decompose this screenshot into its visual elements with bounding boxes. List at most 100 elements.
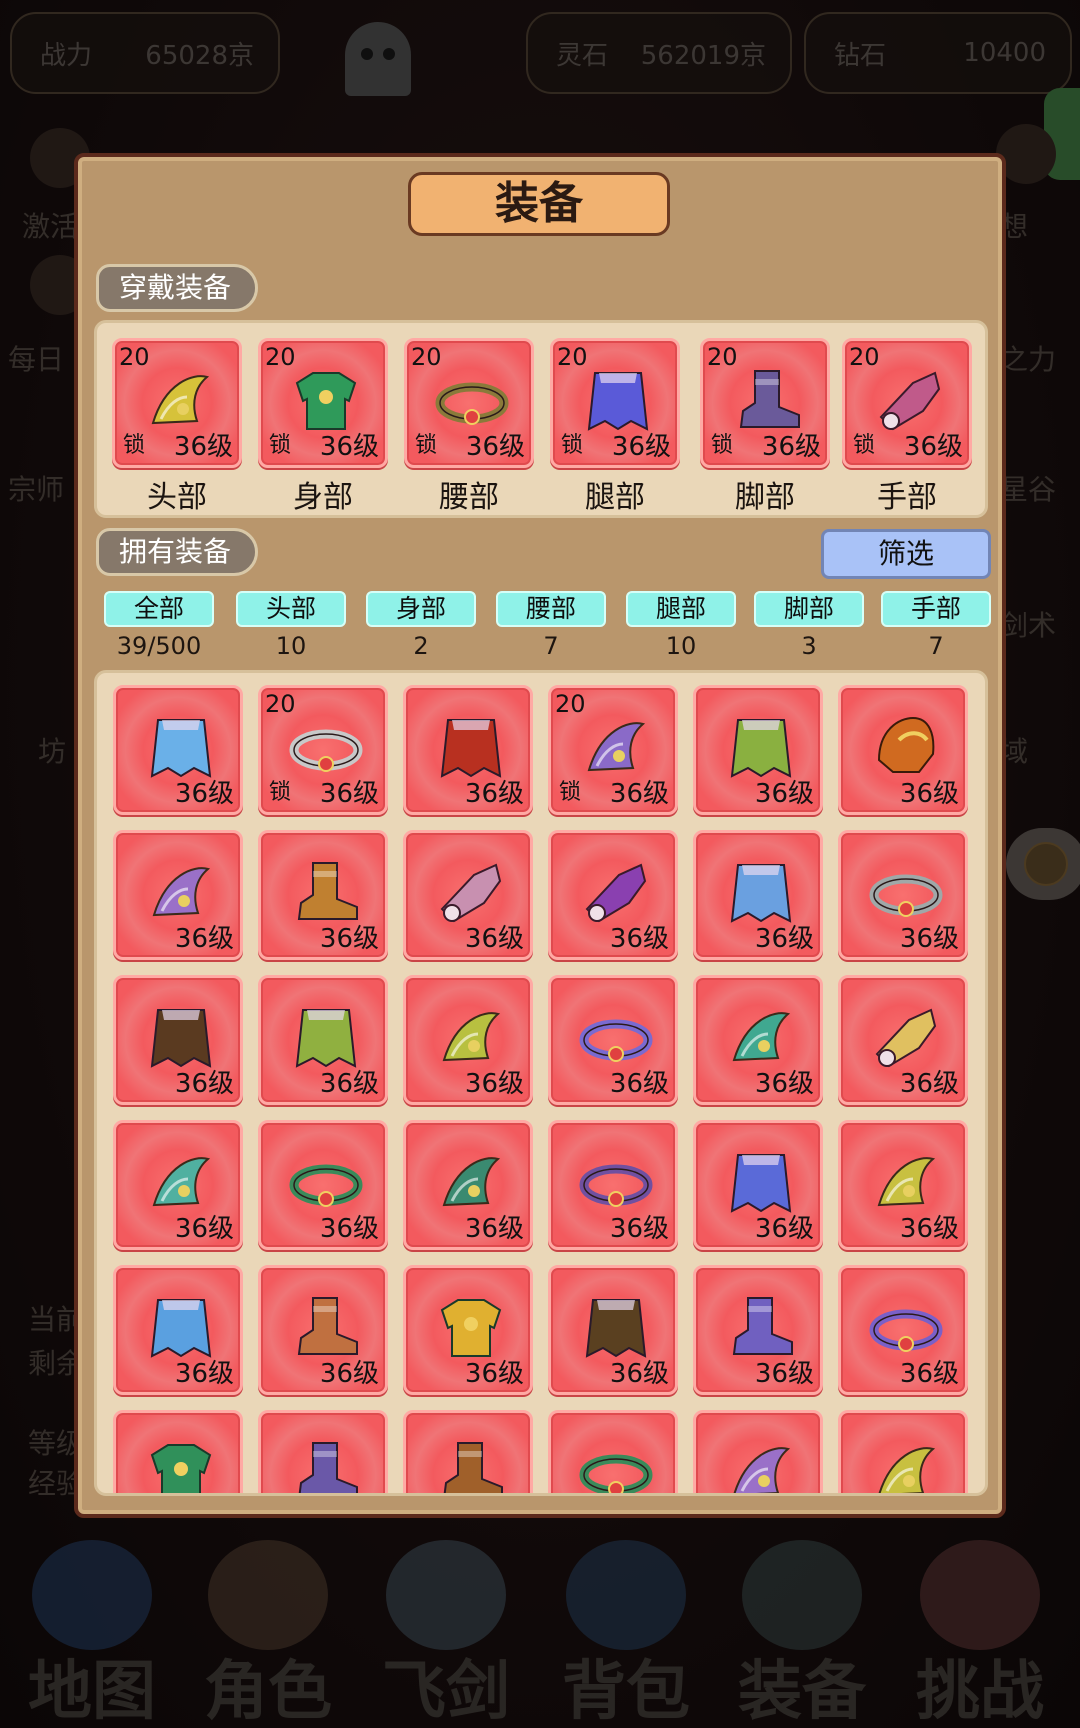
owned-slot[interactable] [403,1410,533,1493]
owned-slot[interactable]: 36级 [113,975,243,1105]
slot-name: 脚部 [735,480,795,515]
owned-slot[interactable]: 36级 [548,1265,678,1395]
enhance-level: 20 [707,343,738,371]
filter-tab-count: 10 [275,632,307,660]
owned-slot[interactable]: 36级 [258,975,388,1105]
enhance-level: 20 [555,690,586,718]
owned-slot[interactable]: 36级 [693,830,823,960]
item-level: 36级 [609,924,669,954]
item-level: 36级 [173,432,233,462]
item-level: 36级 [174,1214,234,1244]
enhance-level: 20 [265,343,296,371]
worn-slot-2[interactable]: 20 锁 36级 [258,338,388,468]
filter-tab-count: 2 [413,632,429,660]
item-level: 36级 [899,1359,959,1389]
enhance-level: 20 [265,690,296,718]
slot-name: 腰部 [439,480,499,515]
item-level: 36级 [319,924,379,954]
worn-slot-3[interactable]: 20 锁 36级 [404,338,534,468]
worn-slot-6[interactable]: 20 锁 36级 [842,338,972,468]
owned-slot[interactable]: 36级 [838,685,968,815]
owned-slot[interactable]: 20 锁 36级 [548,685,678,815]
slot-name: 身部 [293,480,353,515]
owned-slot[interactable]: 36级 [693,685,823,815]
filter-tab[interactable]: 全部 [104,591,214,627]
item-level: 36级 [611,432,671,462]
owned-slot[interactable]: 36级 [838,1120,968,1250]
filter-tab[interactable]: 头部 [236,591,346,627]
item-level: 36级 [609,1069,669,1099]
item-level: 36级 [754,924,814,954]
owned-slot[interactable] [258,1410,388,1493]
owned-slot[interactable]: 36级 [693,975,823,1105]
filter-tab[interactable]: 脚部 [754,591,864,627]
item-level: 36级 [899,779,959,809]
owned-slot[interactable]: 36级 [403,685,533,815]
filter-tab-count: 7 [928,632,944,660]
worn-slot-5[interactable]: 20 锁 36级 [700,338,830,468]
slot-name: 腿部 [585,480,645,515]
owned-slot[interactable]: 36级 [403,1265,533,1395]
lock-icon: 锁 [853,433,876,458]
slot-name: 头部 [147,480,207,515]
helmet-wing-icon [869,1435,943,1493]
boots-icon [434,1435,508,1493]
lock-icon: 锁 [123,433,146,458]
lock-icon: 锁 [711,433,734,458]
item-level: 36级 [899,1069,959,1099]
worn-slot-4[interactable]: 20 锁 36级 [550,338,680,468]
lock-icon: 锁 [269,433,292,458]
owned-equipment-grid[interactable]: 36级 20 锁 36级 36级 20 锁 36级 36级 36级 36级 36级 36级 36级 36级 3… [94,670,988,1496]
item-level: 36级 [464,779,524,809]
owned-slot[interactable]: 36级 [403,830,533,960]
owned-slot[interactable]: 36级 [838,1265,968,1395]
filter-tab[interactable]: 腰部 [496,591,606,627]
filter-tab[interactable]: 身部 [366,591,476,627]
owned-slot[interactable] [693,1410,823,1493]
enhance-level: 20 [557,343,588,371]
filter-button[interactable]: 筛选 [821,529,991,579]
owned-slot[interactable]: 36级 [403,1120,533,1250]
owned-slot[interactable]: 36级 [113,830,243,960]
owned-slot[interactable]: 36级 [258,1120,388,1250]
owned-slot[interactable]: 36级 [113,1265,243,1395]
worn-slot-1[interactable]: 20 锁 36级 [112,338,242,468]
boots-icon [289,1435,363,1493]
owned-slot[interactable]: 36级 [113,685,243,815]
owned-slot[interactable]: 36级 [403,975,533,1105]
item-level: 36级 [609,1359,669,1389]
filter-tab-count: 39/500 [116,632,202,660]
owned-slot[interactable]: 36级 [548,1120,678,1250]
owned-slot[interactable]: 36级 [258,830,388,960]
item-level: 36级 [319,1359,379,1389]
owned-slot[interactable] [548,1410,678,1493]
filter-tab[interactable]: 腿部 [626,591,736,627]
owned-slot[interactable]: 36级 [258,1265,388,1395]
owned-slot[interactable]: 36级 [693,1265,823,1395]
item-level: 36级 [319,1069,379,1099]
item-level: 36级 [754,1359,814,1389]
owned-slot[interactable]: 36级 [113,1120,243,1250]
item-level: 36级 [464,1069,524,1099]
owned-slot[interactable] [838,1410,968,1493]
item-level: 36级 [903,432,963,462]
owned-slot[interactable]: 36级 [838,830,968,960]
owned-slot[interactable]: 36级 [548,975,678,1105]
lock-icon: 锁 [561,433,584,458]
item-level: 36级 [899,924,959,954]
owned-slot[interactable]: 36级 [548,830,678,960]
owned-slot[interactable] [113,1410,243,1493]
owned-slot[interactable]: 36级 [838,975,968,1105]
item-level: 36级 [465,432,525,462]
filter-tab[interactable]: 手部 [881,591,991,627]
item-level: 36级 [174,1069,234,1099]
filter-tab-count: 3 [801,632,817,660]
owned-slot[interactable]: 20 锁 36级 [258,685,388,815]
armor-icon [144,1435,218,1493]
owned-slot[interactable]: 36级 [693,1120,823,1250]
item-level: 36级 [609,1214,669,1244]
item-level: 36级 [754,1069,814,1099]
belt-icon [579,1435,653,1493]
helmet-wing-icon [724,1435,798,1493]
item-level: 36级 [319,1214,379,1244]
